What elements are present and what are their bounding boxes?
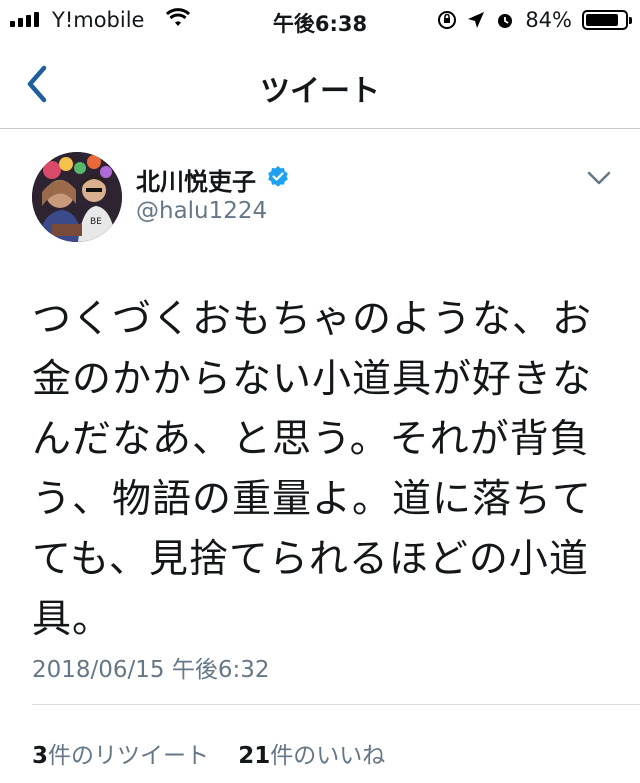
battery-percent: 84% (525, 8, 572, 32)
tweet-text: つくづくおもちゃのような、お金のかからない小道具が好きなんだなあ、と思う。それが… (32, 297, 593, 642)
like-count: 21 (238, 743, 271, 769)
location-icon (468, 12, 485, 28)
author-handle[interactable]: @halu1224 (136, 198, 267, 224)
avatar-photo: BE (32, 152, 122, 242)
avatar[interactable]: BE (32, 152, 122, 242)
chevron-down-icon[interactable] (586, 168, 612, 188)
navigation-bar: ツイート (0, 40, 640, 129)
divider (32, 704, 640, 705)
status-bar: Y!mobile 午後6:38 84% (0, 0, 640, 40)
verified-badge-icon (268, 166, 288, 187)
tweet-stats: 3件のリツイート 21件のいいね (32, 736, 385, 770)
page-title: ツイート (260, 74, 380, 109)
battery-icon (582, 10, 632, 30)
battery-fill (586, 14, 618, 26)
retweet-stat[interactable]: 3件のリツイート (32, 743, 209, 769)
tweet-timestamp: 2018/06/15 午後6:32 (32, 657, 270, 683)
retweet-label: 件のリツイート (48, 743, 210, 769)
orientation-lock-icon (438, 11, 457, 29)
like-label: 件のいいね (270, 743, 386, 769)
alarm-icon (498, 14, 513, 28)
retweet-count: 3 (32, 743, 49, 769)
svg-text:BE: BE (90, 217, 102, 227)
author-name[interactable]: 北川悦吏子 (136, 162, 256, 197)
like-stat[interactable]: 21件のいいね (238, 743, 385, 769)
